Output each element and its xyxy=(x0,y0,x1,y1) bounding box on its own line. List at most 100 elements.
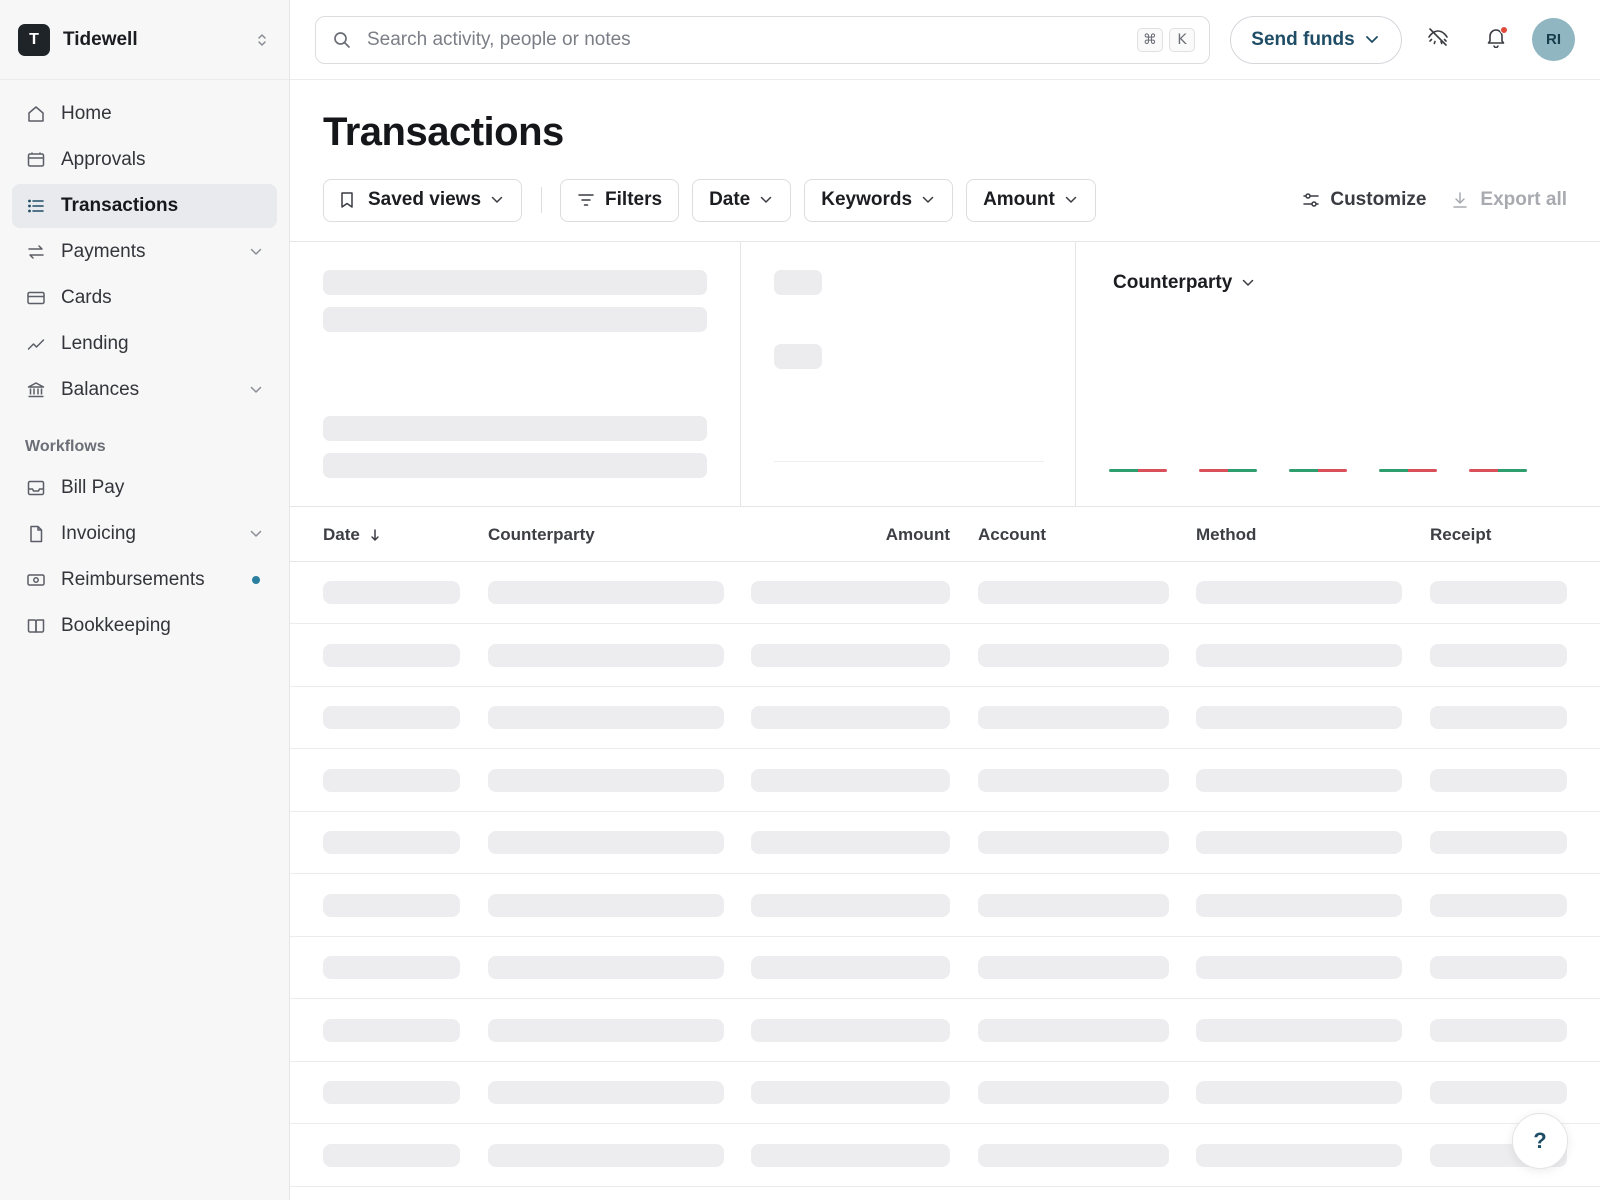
chevron-down-icon[interactable] xyxy=(248,382,264,398)
table-row[interactable] xyxy=(290,750,1600,812)
skeleton-cell xyxy=(1196,643,1402,667)
table-row[interactable] xyxy=(290,625,1600,687)
table-header: Date Counterparty Amount Account Method … xyxy=(290,507,1600,562)
table-row[interactable] xyxy=(290,1125,1600,1187)
sidebar-item-label: Cards xyxy=(61,287,112,308)
sidebar-item-bookkeeping[interactable]: Bookkeeping xyxy=(12,604,277,648)
sidebar-item-bill-pay[interactable]: Bill Pay xyxy=(12,466,277,510)
hide-balances-button[interactable] xyxy=(1416,18,1460,62)
skeleton-cell xyxy=(323,956,460,979)
table-row[interactable] xyxy=(290,937,1600,999)
skeleton-placeholder xyxy=(323,307,707,332)
workflows-nav: Bill Pay Invoicing Reimbursements Bookke… xyxy=(0,466,289,648)
date-filter-button[interactable]: Date xyxy=(692,178,792,222)
page-title: Transactions xyxy=(323,110,564,154)
skeleton-placeholder xyxy=(323,416,707,441)
main-content: Transactions Saved views Filters Date Ke xyxy=(290,80,1600,1200)
table-row[interactable] xyxy=(290,1062,1600,1124)
avatar[interactable]: RI xyxy=(1532,18,1575,61)
customize-button[interactable]: Customize xyxy=(1302,189,1426,211)
skeleton-cell xyxy=(488,956,724,979)
cash-icon xyxy=(25,569,47,591)
org-switcher[interactable]: T Tidewell xyxy=(0,0,289,80)
skeleton-cell xyxy=(751,643,950,667)
filter-toolbar: Saved views Filters Date Keywords Amount… xyxy=(323,178,1567,222)
chevron-down-icon xyxy=(491,193,505,207)
saved-views-button[interactable]: Saved views xyxy=(323,178,523,222)
chevron-updown-icon[interactable] xyxy=(253,31,271,49)
notifications-button[interactable] xyxy=(1474,18,1518,62)
skeleton-cell xyxy=(1430,706,1567,729)
table-row[interactable] xyxy=(290,562,1600,624)
skeleton-cell xyxy=(1196,581,1402,604)
skeleton-cell xyxy=(1196,1018,1402,1042)
unread-indicator-dot xyxy=(252,576,260,584)
sidebar-item-label: Home xyxy=(61,103,112,124)
table-row[interactable] xyxy=(290,812,1600,874)
search-bar[interactable]: ⌘ K xyxy=(315,15,1210,64)
sidebar-item-label: Approvals xyxy=(61,149,146,170)
column-header-label: Method xyxy=(1196,525,1257,544)
sparkline-placeholder xyxy=(1109,469,1167,472)
sidebar-item-label: Lending xyxy=(61,333,129,354)
topbar: ⌘ K Send funds RI xyxy=(290,0,1600,80)
skeleton-cell xyxy=(1430,581,1567,604)
skeleton-cell xyxy=(978,643,1169,667)
search-input[interactable] xyxy=(367,28,1131,51)
skeleton-cell xyxy=(488,581,724,604)
column-header-method[interactable]: Method xyxy=(1196,525,1256,545)
help-button[interactable]: ? xyxy=(1512,1113,1568,1169)
skeleton-placeholder xyxy=(323,270,707,295)
skeleton-cell xyxy=(1430,956,1567,979)
sidebar-item-transactions[interactable]: Transactions xyxy=(12,184,277,228)
chevron-down-icon xyxy=(1065,193,1079,207)
skeleton-cell xyxy=(1196,831,1402,854)
column-header-date[interactable]: Date xyxy=(323,525,384,545)
chevron-down-icon[interactable] xyxy=(248,526,264,542)
eye-off-icon xyxy=(1426,25,1450,54)
table-row[interactable] xyxy=(290,1000,1600,1062)
column-header-counterparty[interactable]: Counterparty xyxy=(488,525,595,545)
panel-divider xyxy=(1075,242,1076,506)
sparkline-placeholder xyxy=(1469,469,1527,472)
sidebar-item-cards[interactable]: Cards xyxy=(12,276,277,320)
skeleton-cell xyxy=(1196,956,1402,979)
sidebar-item-lending[interactable]: Lending xyxy=(12,322,277,366)
sidebar: T Tidewell Home Approvals Transactions P… xyxy=(0,0,290,1200)
skeleton-cell xyxy=(488,1018,724,1042)
table-row[interactable] xyxy=(290,875,1600,937)
skeleton-placeholder xyxy=(774,344,822,369)
document-icon xyxy=(25,523,47,545)
filter-icon xyxy=(577,191,595,209)
table-row[interactable] xyxy=(290,687,1600,749)
skeleton-cell xyxy=(751,706,950,729)
skeleton-cell xyxy=(323,768,460,792)
skeleton-cell xyxy=(1430,768,1567,792)
sidebar-item-home[interactable]: Home xyxy=(12,92,277,136)
export-all-button[interactable]: Export all xyxy=(1452,189,1567,211)
send-funds-button[interactable]: Send funds xyxy=(1230,15,1402,64)
column-header-amount[interactable]: Amount xyxy=(886,525,950,545)
skeleton-cell xyxy=(488,831,724,854)
amount-filter-button[interactable]: Amount xyxy=(966,178,1096,222)
filters-button[interactable]: Filters xyxy=(560,178,680,222)
skeleton-cell xyxy=(1430,643,1567,667)
skeleton-cell xyxy=(1196,1081,1402,1104)
sidebar-item-label: Bookkeeping xyxy=(61,615,171,636)
column-header-label: Receipt xyxy=(1430,525,1492,544)
sidebar-item-label: Bill Pay xyxy=(61,477,125,498)
chevron-down-icon[interactable] xyxy=(248,244,264,260)
column-header-receipt[interactable]: Receipt xyxy=(1430,525,1491,545)
keywords-filter-button[interactable]: Keywords xyxy=(804,178,954,222)
skeleton-cell xyxy=(323,581,460,604)
shortcut-key-k: K xyxy=(1169,27,1195,52)
column-header-account[interactable]: Account xyxy=(978,525,1046,545)
counterparty-dropdown[interactable]: Counterparty xyxy=(1113,272,1256,294)
bookmark-icon xyxy=(340,191,358,209)
skeleton-cell xyxy=(751,768,950,792)
sidebar-item-balances[interactable]: Balances xyxy=(12,368,277,412)
sidebar-item-approvals[interactable]: Approvals xyxy=(12,138,277,182)
sidebar-item-reimbursements[interactable]: Reimbursements xyxy=(12,558,277,602)
sidebar-item-invoicing[interactable]: Invoicing xyxy=(12,512,277,556)
sidebar-item-payments[interactable]: Payments xyxy=(12,230,277,274)
